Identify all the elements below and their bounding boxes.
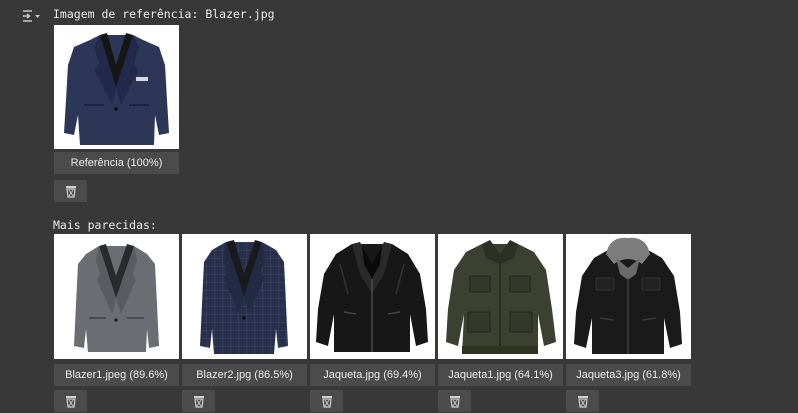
similar-caption-2: Blazer2.jpg (86.5%) <box>182 364 307 386</box>
trash-icon <box>65 396 76 408</box>
similar-image-4 <box>438 234 563 359</box>
similar-delete-button-1[interactable] <box>54 390 87 412</box>
similar-delete-button-2[interactable] <box>182 390 215 412</box>
output-toggle-icon[interactable] <box>20 8 42 24</box>
reference-header: Imagem de referência: Blazer.jpg <box>53 7 275 21</box>
trash-icon <box>321 396 332 408</box>
reference-delete-button[interactable] <box>54 180 87 202</box>
navy-blazer-image <box>64 33 169 145</box>
black-leather-jacket-image <box>316 242 428 352</box>
trash-icon <box>577 396 588 408</box>
similar-delete-button-4[interactable] <box>438 390 471 412</box>
hooded-leather-jacket-image <box>574 237 682 354</box>
gray-blazer-image <box>74 244 159 352</box>
similar-caption-4: Jaqueta1.jpg (64.1%) <box>438 364 563 386</box>
similar-caption-5: Jaqueta3.jpg (61.8%) <box>566 364 691 386</box>
reference-caption: Referência (100%) <box>54 152 179 174</box>
plaid-blazer-image <box>200 240 288 354</box>
similar-delete-button-5[interactable] <box>566 390 599 412</box>
similar-delete-button-3[interactable] <box>310 390 343 412</box>
olive-field-jacket-image <box>446 240 556 354</box>
similar-image-1 <box>54 234 179 359</box>
reference-image <box>54 25 179 149</box>
trash-icon <box>449 396 460 408</box>
similar-caption-1: Blazer1.jpeg (89.6%) <box>54 364 179 386</box>
similar-image-3 <box>310 234 435 359</box>
trash-icon <box>65 186 76 198</box>
similar-header: Mais parecidas: <box>53 218 157 232</box>
similar-image-5 <box>566 234 691 359</box>
similar-image-2 <box>182 234 307 359</box>
trash-icon <box>193 396 204 408</box>
similar-caption-3: Jaqueta.jpg (69.4%) <box>310 364 435 386</box>
